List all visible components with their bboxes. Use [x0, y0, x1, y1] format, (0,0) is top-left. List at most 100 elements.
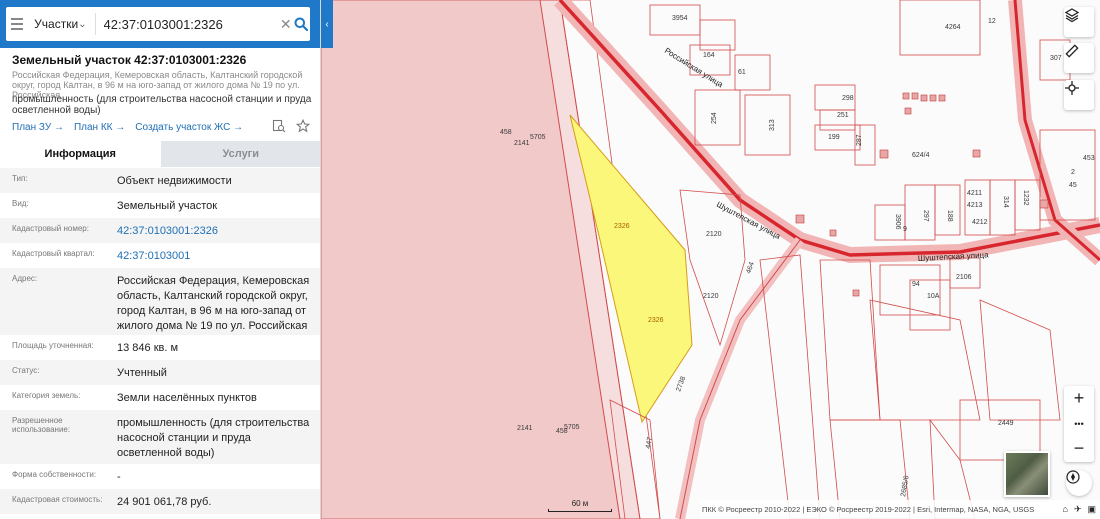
tab-services[interactable]: Услуги: [160, 141, 320, 167]
zoom-in-button[interactable]: +: [1064, 386, 1094, 411]
parcel-label: 2141: [517, 425, 533, 432]
property-row: Адрес: Российская Федерация, Кемеровская …: [0, 268, 320, 335]
property-value: 13 846 кв. м: [117, 342, 179, 354]
parcel-label: 307: [1050, 55, 1062, 62]
property-value: Российская Федерация, Кемеровская област…: [117, 275, 310, 332]
parcel-label: 94: [912, 281, 920, 288]
property-value: 24 901 061,78 руб.: [117, 496, 212, 508]
crosshair-icon: [1065, 81, 1079, 95]
parcel-label: 2449: [998, 420, 1014, 427]
parcel-label: 2120: [706, 231, 722, 238]
home-icon[interactable]: ⌂: [1063, 504, 1068, 515]
parcel-label: 12: [988, 18, 996, 25]
parcel-label: 2685/6: [900, 475, 911, 497]
basemap-toggle[interactable]: [1004, 451, 1050, 497]
parcel-label: 297: [922, 210, 929, 222]
zoom-out-button[interactable]: −: [1064, 436, 1094, 461]
parcel-links: План ЗУ → План КК → Создать участок ЖС →: [12, 122, 312, 133]
search-bar: Участки ⌄ ✕: [0, 0, 320, 48]
parcel-label: 458: [500, 129, 512, 136]
parcel-label: 1232: [1022, 190, 1029, 206]
parcel-label: 61: [738, 69, 746, 76]
parcel-label: 298: [842, 95, 854, 102]
search-type-select[interactable]: Участки ⌄: [28, 13, 96, 35]
parcel-label: 2141: [514, 140, 530, 147]
parcel-label: 464: [745, 261, 756, 274]
attribution-text: ПКК © Росреестр 2010-2022 | ЕЭКО © Росре…: [702, 505, 1035, 514]
airplane-icon[interactable]: ✈: [1074, 504, 1082, 515]
star-icon[interactable]: [296, 119, 310, 133]
property-key: Адрес:: [12, 274, 38, 283]
plan-zu-link[interactable]: План ЗУ →: [12, 122, 64, 133]
property-value[interactable]: 42:37:0103001:2326: [117, 224, 311, 243]
search-icon: [294, 17, 308, 31]
property-value: Земельный участок: [117, 200, 218, 212]
tab-info[interactable]: Информация: [0, 141, 161, 167]
parcel-label: 4211: [967, 190, 982, 197]
property-row: Категория земель: Земли населённых пункто…: [0, 385, 320, 410]
scale-bar: 60 м: [548, 499, 612, 513]
parcel-label: 188: [946, 210, 953, 222]
street-label: Российская улица: [663, 46, 725, 89]
parcel-label: 164: [703, 52, 715, 59]
parcel-label: 2738: [675, 376, 687, 393]
property-value: промышленность (для строительства насосн…: [117, 417, 310, 459]
parcel-label: 624/4: [912, 152, 930, 159]
collapse-panel-button[interactable]: ‹: [321, 0, 333, 48]
plan-kk-link[interactable]: План КК →: [74, 122, 125, 133]
clear-icon[interactable]: ✕: [280, 16, 292, 33]
properties-list: Тип: Объект недвижимости Вид: Земельный уча…: [0, 168, 320, 514]
compass-button[interactable]: [1066, 470, 1092, 496]
create-parcel-link[interactable]: Создать участок ЖС →: [135, 122, 243, 133]
parcel-label: 254: [711, 112, 718, 124]
property-row: Статус: Учтенный: [0, 360, 320, 385]
parcel-label: 9: [903, 226, 907, 233]
parcel-label: 3906: [894, 214, 901, 230]
parcel-label: 199: [828, 134, 840, 141]
property-row: Вид: Земельный участок: [0, 193, 320, 218]
parcel-actions: [272, 119, 310, 133]
parcel-label: 2106: [956, 274, 972, 281]
screen-icon[interactable]: ▣: [1087, 504, 1096, 515]
layers-button[interactable]: [1064, 7, 1094, 37]
info-panel: Участки ⌄ ✕ Земельный участок 42:37:0103…: [0, 0, 321, 519]
property-value: Учтенный: [117, 367, 167, 379]
menu-icon[interactable]: [6, 7, 28, 41]
parcel-label: 287: [856, 134, 863, 146]
chevron-down-icon: ⌄: [78, 18, 87, 30]
parcel-label: 314: [1002, 196, 1009, 208]
search-button[interactable]: [292, 7, 310, 41]
property-key: Кадастровая стоимость:: [12, 495, 103, 504]
parcel-label: 4264: [945, 24, 961, 31]
property-key: Разрешенное использование:: [12, 416, 71, 434]
parcel-label: 2120: [703, 293, 719, 300]
property-key: Площадь уточненная:: [12, 341, 94, 350]
panel-tabs: Информация Услуги: [0, 141, 320, 167]
layers-icon: [1064, 8, 1080, 23]
compass-icon: [1066, 470, 1080, 484]
parcel-label: 3954: [672, 15, 688, 22]
property-row: Форма собственности: -: [0, 464, 320, 489]
property-row: Разрешенное использование: промышленность…: [0, 410, 320, 464]
zoom-controls: + ••• −: [1064, 386, 1094, 462]
property-value[interactable]: 42:37:0103001: [117, 249, 311, 268]
locate-button[interactable]: [1064, 80, 1094, 110]
search-document-icon[interactable]: [272, 119, 286, 133]
search-input[interactable]: [95, 9, 280, 39]
property-key: Тип:: [12, 174, 28, 183]
property-key: Вид:: [12, 199, 29, 208]
search-box: Участки ⌄ ✕: [6, 7, 310, 41]
property-key: Кадастровый квартал:: [12, 249, 95, 258]
search-type-label: Участки: [34, 17, 79, 31]
more-button[interactable]: •••: [1064, 411, 1094, 436]
property-row: Кадастровый квартал: 42:37:0103001: [0, 243, 320, 268]
parcel-label: 2326: [648, 317, 664, 324]
property-key: Категория земель:: [12, 391, 81, 400]
parcel-label: 10А: [927, 293, 940, 300]
parcel-purpose: промышленность (для строительства насосн…: [12, 94, 312, 116]
property-value: Объект недвижимости: [117, 175, 232, 187]
measure-button[interactable]: [1064, 43, 1094, 73]
property-key: Статус:: [12, 366, 40, 375]
ruler-icon: [1065, 44, 1079, 58]
property-row: Кадастровая стоимость: 24 901 061,78 руб.: [0, 489, 320, 514]
